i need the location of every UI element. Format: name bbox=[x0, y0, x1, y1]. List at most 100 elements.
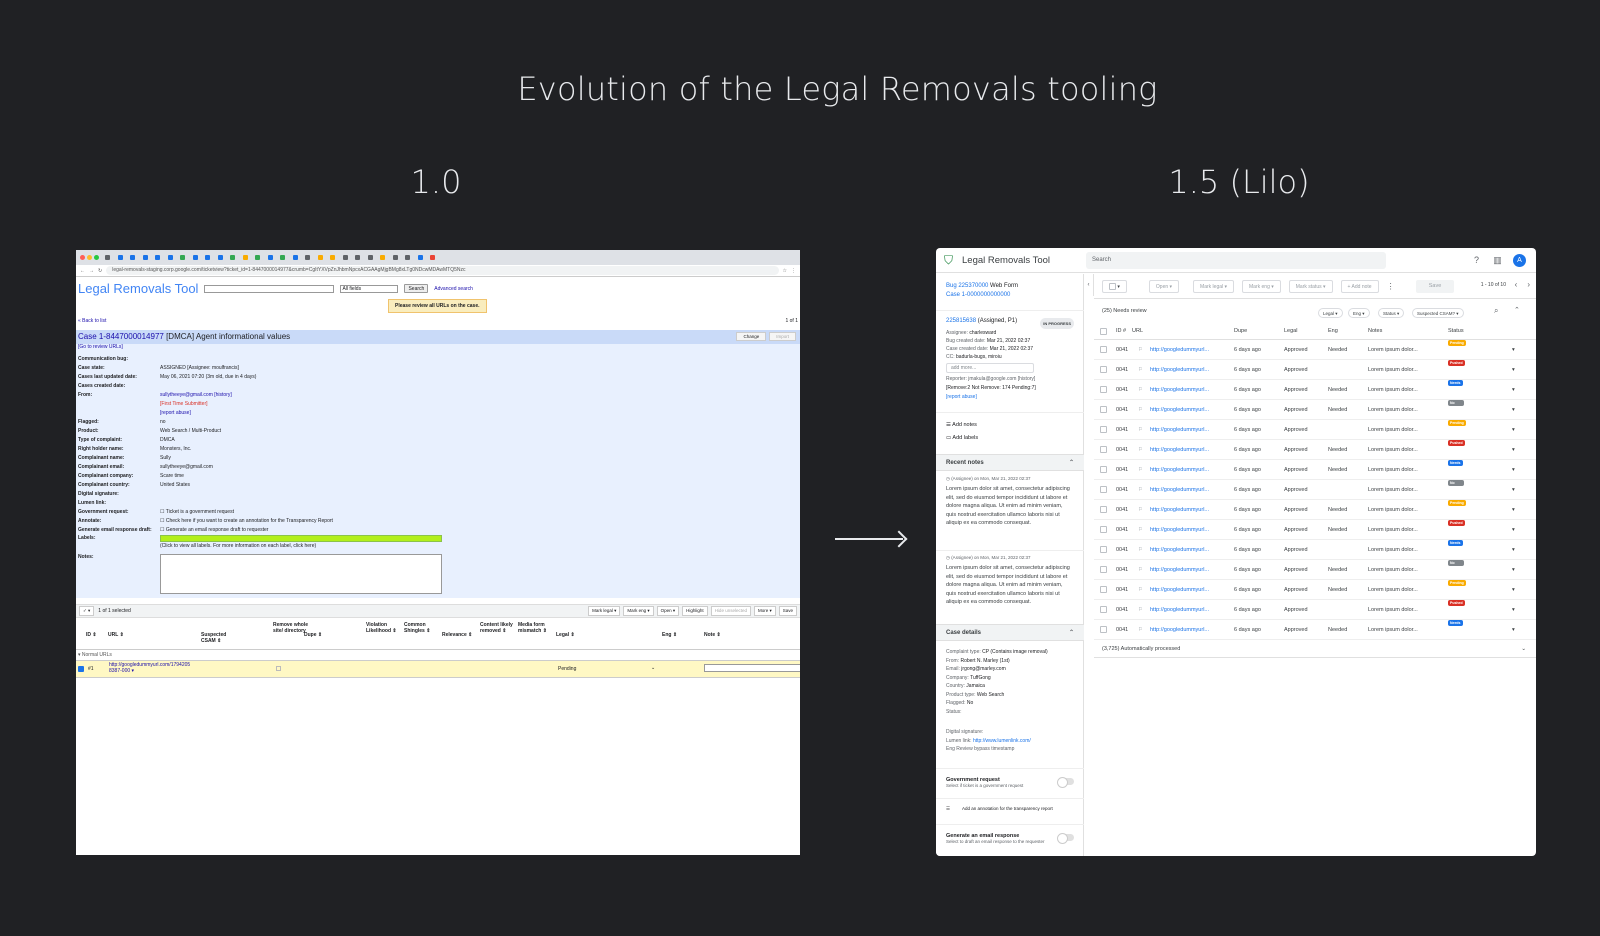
flag-icon[interactable]: ⚐ bbox=[1138, 600, 1143, 620]
advanced-search-link[interactable]: Advanced search bbox=[434, 286, 473, 292]
maximize-window-icon[interactable] bbox=[94, 255, 99, 260]
browser-tab[interactable] bbox=[217, 253, 231, 262]
row-url-link[interactable]: http://googledummyurl... bbox=[1150, 360, 1209, 380]
browser-tab[interactable] bbox=[117, 253, 131, 262]
case-link[interactable]: Case 1-0000000000000 bbox=[946, 291, 1074, 300]
mark-eng-button[interactable]: Mark eng ▾ bbox=[1242, 279, 1281, 293]
flag-icon[interactable]: ⚐ bbox=[1138, 400, 1143, 420]
table-row[interactable]: ⚐ 0041 http://googledummyurl... 6 days ago A… bbox=[1094, 600, 1536, 620]
change-button[interactable]: Change bbox=[736, 332, 767, 341]
column-header[interactable]: URL bbox=[1132, 328, 1143, 334]
filter-chip[interactable]: Status ▾ bbox=[1378, 308, 1405, 318]
reload-icon[interactable]: ↻ bbox=[98, 268, 102, 274]
column-header[interactable]: Status bbox=[1448, 328, 1464, 334]
auto-processed-group[interactable]: (3,725) Automatically processed ⌄ bbox=[1094, 640, 1536, 658]
add-cc-input[interactable]: add more... bbox=[946, 363, 1034, 373]
table-row[interactable]: ⚐ 0041 http://googledummyurl... 6 days ago A… bbox=[1094, 540, 1536, 560]
browser-tab[interactable] bbox=[367, 253, 381, 262]
row-url-link[interactable]: http://googledummyurl... bbox=[1150, 380, 1209, 400]
browser-tab[interactable] bbox=[280, 253, 293, 262]
row-url-link[interactable]: http://googledummyurl... bbox=[1150, 620, 1209, 640]
column-header[interactable]: Common Shingles ⇕ bbox=[404, 622, 440, 634]
flag-icon[interactable]: ⚐ bbox=[1138, 580, 1143, 600]
browser-tab[interactable] bbox=[155, 253, 168, 262]
row-menu-icon[interactable]: ▾ bbox=[1512, 380, 1515, 400]
row-url-link[interactable]: http://googledummyurl... bbox=[1150, 580, 1209, 600]
row-url-link[interactable]: http://googledummyurl... bbox=[1150, 340, 1209, 360]
browser-tab[interactable] bbox=[317, 253, 331, 262]
flag-icon[interactable]: ⚐ bbox=[1138, 440, 1143, 460]
table-row[interactable]: ⚐ 0041 http://googledummyurl... 6 days ago A… bbox=[1094, 420, 1536, 440]
forward-icon[interactable]: → bbox=[89, 268, 94, 274]
flag-icon[interactable]: ⚐ bbox=[1138, 380, 1143, 400]
column-header[interactable]: URL ⇕ bbox=[108, 632, 144, 638]
gov-request-toggle[interactable] bbox=[1057, 777, 1074, 788]
legal-select[interactable]: Pending bbox=[558, 666, 576, 672]
browser-tab[interactable] bbox=[355, 253, 368, 262]
row-checkbox[interactable] bbox=[1100, 346, 1107, 353]
column-header[interactable]: Relevance ⇕ bbox=[442, 632, 478, 638]
row-url-link[interactable]: http://googledummyurl.com/1794205 8387-0… bbox=[109, 662, 204, 674]
row-menu-icon[interactable]: ▾ bbox=[1512, 540, 1515, 560]
row-checkbox[interactable] bbox=[1100, 486, 1107, 493]
browser-tab[interactable] bbox=[130, 253, 143, 262]
flag-icon[interactable]: ⚐ bbox=[1138, 500, 1143, 520]
url-field[interactable]: legal-removals-staging.corp.google.com/t… bbox=[106, 266, 779, 275]
column-header[interactable]: Content likely removed ⇕ bbox=[480, 622, 516, 634]
row-checkbox[interactable] bbox=[1100, 426, 1107, 433]
annotation-row[interactable]: ☰ Add an annotation for the transparency… bbox=[936, 798, 1084, 824]
chevron-up-icon[interactable]: ⌃ bbox=[1514, 306, 1520, 314]
report-abuse-link[interactable]: [report abuse] bbox=[946, 393, 1074, 402]
column-header[interactable]: Dupe bbox=[1234, 328, 1247, 334]
search-input[interactable]: Search bbox=[1086, 252, 1386, 269]
case-details-header[interactable]: Case details ⌃ bbox=[936, 624, 1084, 641]
column-header[interactable]: Violation Likelihood ⇕ bbox=[366, 622, 402, 634]
toolbar-button[interactable]: Mark legal ▾ bbox=[588, 606, 621, 616]
browser-tab[interactable] bbox=[242, 253, 256, 262]
star-icon[interactable]: ☆ bbox=[783, 268, 787, 274]
row-checkbox[interactable] bbox=[1100, 626, 1107, 633]
table-row[interactable]: ⚐ 0041 http://googledummyurl... 6 days ago A… bbox=[1094, 480, 1536, 500]
row-menu-icon[interactable]: ▾ bbox=[1512, 420, 1515, 440]
row-url-link[interactable]: http://googledummyurl... bbox=[1150, 440, 1209, 460]
bug-link[interactable]: Bug 225370000 bbox=[946, 283, 988, 289]
toolbar-button[interactable]: Mark eng ▾ bbox=[623, 606, 654, 616]
browser-tab[interactable] bbox=[255, 253, 268, 262]
filter-chip[interactable]: Legal ▾ bbox=[1318, 308, 1343, 318]
next-page-icon[interactable]: › bbox=[1527, 280, 1530, 289]
row-url-link[interactable]: http://googledummyurl... bbox=[1150, 480, 1209, 500]
column-header[interactable]: Media form mismatch ⇕ bbox=[518, 622, 554, 634]
remove-site-checkbox[interactable] bbox=[276, 666, 281, 671]
select-all-checkbox[interactable]: ✓ ▾ bbox=[79, 606, 95, 616]
browser-tab[interactable] bbox=[192, 253, 206, 262]
toolbar-button[interactable]: Open ▾ bbox=[656, 606, 680, 616]
search-icon[interactable]: ⌕ bbox=[1494, 306, 1498, 316]
flag-icon[interactable]: ⚐ bbox=[1138, 360, 1143, 380]
row-url-link[interactable]: http://googledummyurl... bbox=[1150, 600, 1209, 620]
table-row[interactable]: ⚐ 0041 http://googledummyurl... 6 days ago A… bbox=[1094, 580, 1536, 600]
minimize-window-icon[interactable] bbox=[87, 255, 92, 260]
legacy-search-button[interactable]: Search bbox=[404, 284, 429, 293]
row-checkbox[interactable] bbox=[78, 666, 84, 672]
browser-tab[interactable] bbox=[105, 253, 118, 262]
row-menu-icon[interactable]: ▾ bbox=[1512, 400, 1515, 420]
close-window-icon[interactable] bbox=[80, 255, 85, 260]
column-header[interactable]: Eng ⇕ bbox=[662, 632, 698, 638]
table-row[interactable]: ⚐ 0041 http://googledummyurl... 6 days ago A… bbox=[1094, 620, 1536, 640]
row-checkbox[interactable] bbox=[1100, 526, 1107, 533]
table-row[interactable]: ⚐ 0041 http://googledummyurl... 6 days ago A… bbox=[1094, 460, 1536, 480]
browser-tab[interactable] bbox=[205, 253, 218, 262]
toolbar-button[interactable]: Highlight bbox=[682, 606, 708, 616]
menu-icon[interactable]: ⋮ bbox=[791, 268, 796, 274]
column-header[interactable]: Suspected CSAM ⇕ bbox=[201, 632, 237, 644]
add-notes-button[interactable]: ☰ Add notes bbox=[946, 419, 1074, 432]
avatar[interactable]: A bbox=[1513, 254, 1526, 267]
go-to-review-urls-link[interactable]: [Go to review URLs] bbox=[78, 344, 123, 350]
column-header[interactable]: Legal bbox=[1284, 328, 1297, 334]
table-row[interactable]: ⚐ 0041 http://googledummyurl... 6 days ago A… bbox=[1094, 340, 1536, 360]
browser-tab[interactable] bbox=[392, 253, 406, 262]
previous-page-icon[interactable]: ‹ bbox=[1515, 280, 1518, 289]
ticket-link[interactable]: 225815638 bbox=[946, 318, 976, 324]
table-row[interactable]: ⚐ 0041 http://googledummyurl... 6 days ago A… bbox=[1094, 520, 1536, 540]
row-checkbox[interactable] bbox=[1100, 446, 1107, 453]
